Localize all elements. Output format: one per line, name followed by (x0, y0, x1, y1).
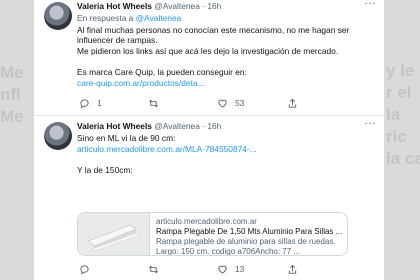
tweet-text-line: influencer de rampas. (77, 35, 158, 46)
tweet-text-line: Y la de 150cm: (77, 164, 133, 175)
tweet-text: Al final muchas personas no conocían est… (77, 25, 378, 89)
reply-icon (80, 264, 89, 274)
reply-button[interactable] (79, 262, 97, 276)
share-icon (288, 98, 297, 108)
retweet-button[interactable] (148, 262, 166, 276)
ramp-image-icon (78, 213, 149, 255)
avatar[interactable] (44, 2, 72, 30)
like-count: 13 (235, 264, 245, 274)
like-button[interactable]: 13 (217, 262, 244, 276)
tweet-link[interactable]: care-quip.com.ar/productos/deta... (77, 78, 378, 89)
separator: · (202, 121, 205, 131)
tweet-thread: Valeria Hot Wheels @Avaltenea · 16h ··· … (34, 0, 384, 280)
tweet-text-line: Me pidieron los links así que acá les de… (77, 45, 339, 56)
share-button[interactable] (287, 262, 305, 276)
timestamp[interactable]: 16h (207, 1, 221, 11)
timestamp[interactable]: 16h (207, 121, 221, 131)
retweet-icon (149, 99, 158, 107)
more-options-icon[interactable]: ··· (365, 118, 377, 130)
reply-count: 1 (97, 98, 102, 108)
tweet-link[interactable]: articulo.mercadolibre.com.ar/MLA-7845508… (77, 144, 378, 155)
separator: · (202, 1, 205, 11)
avatar[interactable] (44, 122, 72, 150)
author-name[interactable]: Valeria Hot Wheels (77, 121, 152, 131)
link-preview-domain: articulo.mercadolibre.com.ar (156, 217, 257, 226)
link-preview-card[interactable]: articulo.mercadolibre.com.ar Rampa Plega… (77, 212, 348, 256)
more-options-icon[interactable]: ··· (365, 0, 377, 10)
retweet-icon (149, 265, 158, 273)
tweet-text-line: Es marca Care Quip, la pueden conseguir … (77, 66, 247, 77)
tweet-content: Valeria Hot Wheels @Avaltenea · 16h ··· … (77, 0, 378, 89)
link-preview-description: Rampa plegable de aluminio para sillas d… (156, 237, 336, 256)
product-image (78, 213, 150, 255)
heart-icon (218, 99, 227, 108)
reply-prefix: En respuesta a (77, 13, 134, 23)
tweet[interactable]: Valeria Hot Wheels @Avaltenea · 16h ··· … (34, 117, 384, 280)
author-name[interactable]: Valeria Hot Wheels (77, 1, 152, 11)
reply-button[interactable]: 1 (79, 96, 102, 110)
tweet-text-line: Sino en ML vi la de 90 cm: (77, 133, 176, 143)
reply-mention-link[interactable]: @Avaltenea (136, 13, 182, 23)
background-text-right: y le r el la ric ia ca (386, 61, 420, 168)
link-preview-title: Rampa Plegable De 1,50 Mts Aluminio Para… (156, 227, 343, 236)
link-preview-body: articulo.mercadolibre.com.ar Rampa Plega… (156, 217, 343, 256)
tweet-header: Valeria Hot Wheels @Avaltenea · 16h ··· (77, 0, 378, 12)
author-handle[interactable]: @Avaltenea (154, 1, 200, 11)
tweet-text: Sino en ML vi la de 90 cm: articulo.merc… (77, 133, 378, 175)
author-handle[interactable]: @Avaltenea (154, 121, 200, 131)
tweet-header: Valeria Hot Wheels @Avaltenea · 16h ··· (77, 118, 378, 132)
share-icon (288, 264, 297, 274)
tweet-actions: 1 53 (77, 96, 367, 110)
reply-context: En respuesta a @Avaltenea (77, 13, 378, 24)
like-count: 53 (235, 98, 245, 108)
tweet-text-line: Al final muchas personas no conocían est… (77, 24, 350, 35)
share-button[interactable] (287, 96, 305, 110)
tweet-content: Valeria Hot Wheels @Avaltenea · 16h ··· … (77, 118, 378, 175)
reply-icon (80, 98, 89, 108)
tweet[interactable]: Valeria Hot Wheels @Avaltenea · 16h ··· … (34, 0, 384, 116)
background-text-left: Me nfl Me (0, 63, 24, 126)
like-button[interactable]: 53 (217, 96, 244, 110)
retweet-button[interactable] (148, 96, 166, 110)
tweet-actions: 13 (77, 262, 367, 276)
heart-icon (218, 265, 227, 274)
